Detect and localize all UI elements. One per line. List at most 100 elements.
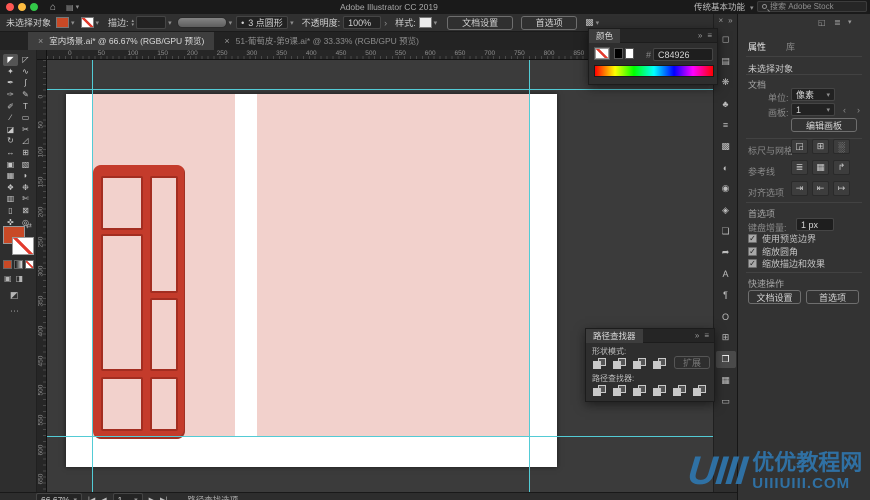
stroke-panel-icon[interactable]: ≡ xyxy=(716,116,736,133)
tab-close-icon[interactable]: × xyxy=(224,36,229,46)
crop-icon[interactable] xyxy=(652,384,667,397)
pathfinder-panel-tab[interactable]: 路径查找器 xyxy=(586,328,643,343)
color-mode-swatch[interactable] xyxy=(3,260,12,269)
scale-tool[interactable]: ◿ xyxy=(18,135,33,147)
last-artboard-icon[interactable]: ▶| xyxy=(160,496,167,500)
pixel-grid-icon[interactable]: ░ xyxy=(833,139,850,154)
mesh-tool[interactable]: ▦ xyxy=(3,170,18,182)
tab-close-icon[interactable]: × xyxy=(38,36,43,46)
perspective-grid-tool[interactable]: ⊠ xyxy=(18,205,33,217)
opentype-panel-icon[interactable]: O xyxy=(716,308,736,325)
red-door-frame[interactable] xyxy=(93,165,185,439)
unit-select[interactable]: 像素 ▾ xyxy=(791,88,835,101)
checkbox-checked[interactable]: ✓ xyxy=(748,234,757,243)
color-panel-header[interactable]: 颜色 » ≡ xyxy=(589,28,717,43)
document-tab[interactable]: × 51-葡萄皮-第9课.ai* @ 33.33% (RGB/GPU 预览) xyxy=(214,32,429,50)
pen-tool[interactable]: ✒ xyxy=(3,77,18,89)
make-guides-icon[interactable]: ↱ xyxy=(833,160,850,175)
divide-icon[interactable] xyxy=(592,384,607,397)
symbol-sprayer-tool[interactable]: ❉ xyxy=(18,182,33,194)
pathfinder-panel-icon[interactable]: ❐ xyxy=(715,350,736,368)
graphic-styles-panel-icon[interactable]: ◈ xyxy=(716,202,736,219)
trim-icon[interactable] xyxy=(612,384,627,397)
select-similar-icon[interactable]: ▩ xyxy=(585,17,594,28)
ruler-corner[interactable] xyxy=(37,50,47,60)
dock-close-icon[interactable]: × xyxy=(718,16,723,25)
tab-library[interactable]: 库 xyxy=(786,40,795,53)
hex-value-input[interactable]: C84926 xyxy=(653,48,713,61)
show-rulers-icon[interactable]: ◲ xyxy=(791,139,808,154)
free-transform-tool[interactable]: ⊞ xyxy=(18,147,33,159)
column-graph-tool[interactable]: ▥ xyxy=(3,193,18,205)
gradient-mode-swatch[interactable] xyxy=(14,260,23,269)
artboard-select[interactable]: 1 ▾ xyxy=(791,103,835,116)
window-zoom-button[interactable] xyxy=(30,3,38,11)
arrange-documents-icon[interactable]: ▤ xyxy=(66,3,74,12)
horizontal-guide[interactable] xyxy=(47,89,713,90)
edit-artboards-button[interactable]: 编辑画板 xyxy=(791,118,857,132)
stroke-weight-caret[interactable]: ▾ xyxy=(168,19,172,27)
opacity-input[interactable]: 100% xyxy=(343,16,382,29)
collapse-panel-icon[interactable]: » xyxy=(698,31,702,40)
door-panel[interactable] xyxy=(150,176,178,293)
fill-color-swatch[interactable] xyxy=(56,17,69,28)
minus-front-icon[interactable] xyxy=(612,357,627,370)
stroke-weight-stepper[interactable]: ▴ ▾ xyxy=(132,18,135,27)
libraries-panel-icon[interactable]: ◻ xyxy=(716,31,736,48)
home-icon[interactable]: ⌂ xyxy=(50,2,56,13)
artboards-panel-icon[interactable]: ▭ xyxy=(716,393,736,410)
none-color-swatch[interactable] xyxy=(594,47,610,60)
shape-builder-tool[interactable]: ▣ xyxy=(3,158,18,170)
direct-selection-tool[interactable]: ◸ xyxy=(18,54,33,66)
door-panel[interactable] xyxy=(101,176,143,230)
edit-toolbar-icon[interactable]: ⋯ xyxy=(10,306,19,317)
horizontal-guide[interactable] xyxy=(47,436,713,437)
stroke-color-indicator[interactable] xyxy=(12,237,34,255)
search-input[interactable]: 搜索 Adobe Stock xyxy=(757,1,867,12)
fill-caret[interactable]: ▾ xyxy=(71,19,75,27)
width-tool[interactable]: ↔ xyxy=(3,147,18,159)
expand-button[interactable]: 扩展 xyxy=(674,356,710,369)
style-swatch[interactable] xyxy=(418,17,432,28)
style-caret[interactable]: ▾ xyxy=(434,19,438,27)
vertical-ruler[interactable]: 0 50 100 150 200 250 300 350 400 450 500 550 600 650 xyxy=(37,60,47,492)
eyedropper-tool[interactable]: ◗ xyxy=(18,170,33,182)
symbols-panel-icon[interactable]: ♣ xyxy=(716,95,736,112)
snap-to-pixel-icon[interactable]: ⇥ xyxy=(791,181,808,196)
document-setup-button[interactable]: 文档设置 xyxy=(447,15,514,30)
next-artboard-icon[interactable]: › xyxy=(857,105,860,115)
gradient-tool[interactable]: ▧ xyxy=(18,158,33,170)
character-panel-icon[interactable]: A xyxy=(716,266,736,283)
width-profile-preview[interactable] xyxy=(176,17,227,28)
document-tab[interactable]: × 室内场景.ai* @ 66.67% (RGB/GPU 预览) xyxy=(28,32,215,50)
window-close-button[interactable] xyxy=(6,3,14,11)
prev-artboard-icon[interactable]: ‹ xyxy=(843,105,846,115)
prev-artboard-icon[interactable]: ◀ xyxy=(101,496,106,500)
type-tool[interactable]: T xyxy=(18,100,33,112)
appearance-panel-icon[interactable]: ◉ xyxy=(716,180,736,197)
none-mode-swatch[interactable] xyxy=(25,260,34,269)
screen-mode-icon[interactable]: ◩ xyxy=(10,290,19,301)
rotate-tool[interactable]: ↻ xyxy=(3,135,18,147)
window-minimize-button[interactable] xyxy=(18,3,26,11)
vertical-guide[interactable] xyxy=(92,60,93,492)
gradient-panel-icon[interactable]: ▩ xyxy=(716,138,736,155)
color-spectrum-bar[interactable] xyxy=(594,65,714,77)
align-panel-icon[interactable]: ⊞ xyxy=(716,329,736,346)
lock-guides-icon[interactable]: ▦ xyxy=(812,160,829,175)
slice-tool[interactable]: ✄ xyxy=(18,193,33,205)
checkbox-checked[interactable]: ✓ xyxy=(748,246,757,256)
opacity-chevron[interactable]: › xyxy=(384,18,387,28)
select-similar-caret[interactable]: ▾ xyxy=(596,19,600,27)
collapse-panel-icon[interactable]: » xyxy=(695,331,699,340)
outline-icon[interactable] xyxy=(672,384,687,397)
tab-properties[interactable]: 属性 xyxy=(748,40,766,53)
selection-tool[interactable]: ◤ xyxy=(3,54,18,66)
pink-rectangle-right[interactable] xyxy=(257,94,530,436)
door-panel[interactable] xyxy=(101,377,143,431)
panel-menu-icon[interactable]: ≡ xyxy=(707,31,712,40)
layers-panel-icon[interactable]: ❏ xyxy=(716,223,736,240)
keyboard-increment-input[interactable]: 1 px xyxy=(796,218,834,231)
panel-menu-icon[interactable]: ≡ xyxy=(704,331,709,340)
blend-tool[interactable]: ❖ xyxy=(3,182,18,194)
